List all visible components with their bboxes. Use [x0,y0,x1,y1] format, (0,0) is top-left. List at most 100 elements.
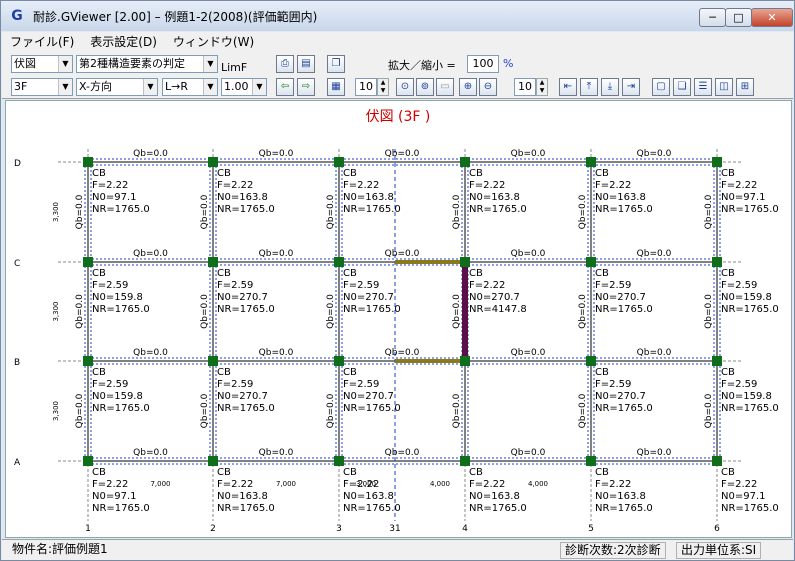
axis-label-x: 1 [85,524,91,534]
scale-select-value: 1.00 [224,80,249,93]
beam-highlight [395,260,465,264]
zoom-label: 拡大／縮小 = [388,59,456,72]
move-up-icon[interactable]: ⤒ [580,78,598,96]
column-type-label: CB [721,367,735,378]
axis-label-y: A [14,458,21,468]
column-force-label: Qb=0.0 [452,194,462,229]
palette-icon[interactable]: ▦ [327,78,345,96]
view-select[interactable]: 伏図 ▼ [11,55,73,73]
column-type-label: CB [217,367,231,378]
zoom-fit-icon[interactable]: ⊙ [396,78,414,96]
spin-updown-icon[interactable]: ▲ ▼ [377,78,389,96]
maximize-button[interactable]: □ [725,8,752,27]
zoom-input[interactable]: 100 [467,55,499,73]
beam-highlight [395,359,465,363]
column-node [208,456,218,466]
column-nr-value: NR=1765.0 [92,204,150,215]
direction-select[interactable]: X-方向 ▼ [76,78,158,96]
column-nr-value: NR=1765.0 [343,304,401,315]
column-nr-value: NR=1765.0 [721,403,779,414]
column-type-label: CB [92,168,106,179]
column-n0-value: N0=163.8 [595,491,646,502]
menu-window[interactable]: ウィンドウ(W) [165,33,262,50]
column-force-label: Qb=0.0 [704,194,714,229]
menu-display-settings[interactable]: 表示設定(D) [82,33,165,50]
step-input-2[interactable]: 10 [514,78,536,96]
chevron-down-icon: ▼ [203,56,217,72]
spin-updown-icon[interactable]: ▲ ▼ [536,78,548,96]
column-n0-value: N0=163.8 [595,192,646,203]
beam-force-label: Qb=0.0 [133,249,168,259]
column-f-value: F=2.59 [343,280,379,291]
column-node [712,257,722,267]
close-button[interactable]: ✕ [751,8,793,27]
shear-wall [462,262,468,361]
preview-icon[interactable]: ▤ [297,55,315,73]
beam-force-label: Qb=0.0 [637,249,672,259]
column-force-label: Qb=0.0 [326,393,336,428]
floor-plan-drawing: 伏図 (3F )DCBA1 2 3 31 4 5 67,000 7,000 4,000 4,000… [14,109,779,534]
layout-grid-icon[interactable]: ⊞ [736,78,754,96]
column-nr-value: NR=1765.0 [217,403,275,414]
zoom-out-icon[interactable]: ⊖ [479,78,497,96]
column-nr-value: NR=1765.0 [595,204,653,215]
move-left-icon[interactable]: ⇤ [559,78,577,96]
print-icon[interactable]: ⎙ [276,55,294,73]
column-node [208,356,218,366]
column-nr-value: NR=1765.0 [92,503,150,514]
beam-force-label: Qb=0.0 [385,448,420,458]
column-nr-value: NR=1765.0 [469,204,527,215]
move-right-icon[interactable]: ⇥ [622,78,640,96]
step-input-1[interactable]: 10 [355,78,377,96]
arrow-right-icon[interactable]: ⇨ [297,78,315,96]
order-select[interactable]: L→R ▼ [162,78,218,96]
column-n0-value: N0=270.7 [217,391,268,402]
plan-title: 伏図 (3F ) [366,109,431,125]
move-down-icon[interactable]: ⤓ [601,78,619,96]
title-bar[interactable]: G 耐診.GViewer [2.00] – 例題1-2(2008)(評価範囲内)… [1,1,794,31]
floor-select[interactable]: 3F ▼ [11,78,73,96]
column-node [208,257,218,267]
beam-force-label: Qb=0.0 [259,149,294,159]
column-force-label: Qb=0.0 [578,294,588,329]
column-type-label: CB [721,467,735,478]
column-type-label: CB [92,268,106,279]
axis-label-y: D [14,159,21,169]
layout-vertical-icon[interactable]: ◫ [715,78,733,96]
layout-single-icon[interactable]: ▢ [652,78,670,96]
judge-select[interactable]: 第2種構造要素の判定 ▼ [76,55,218,73]
axis-label-x: 4 [462,524,468,534]
layout-horizontal-icon[interactable]: ☰ [694,78,712,96]
menu-file[interactable]: ファイル(F) [2,33,82,50]
beam-force-label: Qb=0.0 [385,149,420,159]
image-icon[interactable]: ▭ [436,78,454,96]
column-n0-value: N0=97.1 [721,491,766,502]
column-n0-value: N0=270.7 [595,292,646,303]
column-node [586,157,596,167]
order-select-value: L→R [165,80,188,93]
beam-force-label: Qb=0.0 [637,448,672,458]
minimize-button[interactable]: ─ [699,8,726,27]
span-dimension-x: 4,000 [430,480,450,488]
column-nr-value: NR=1765.0 [469,503,527,514]
column-n0-value: N0=163.8 [217,491,268,502]
zoom-region-icon[interactable]: ⊚ [416,78,434,96]
plan-canvas[interactable]: 伏図 (3F ) D C B A 1 2 3 31 4 5 6 7,000 7,000 4,000 4,000… [5,100,792,538]
scale-select[interactable]: 1.00 ▼ [221,78,267,96]
zoom-in-icon[interactable]: ⊕ [459,78,477,96]
column-type-label: CB [217,168,231,179]
layout-cascade-icon[interactable]: ❏ [673,78,691,96]
column-f-value: F=2.59 [217,280,253,291]
column-n0-value: N0=270.7 [343,391,394,402]
arrow-left-icon[interactable]: ⇦ [276,78,294,96]
column-type-label: CB [469,268,483,279]
copy-icon[interactable]: ❐ [327,55,345,73]
column-nr-value: NR=1765.0 [92,304,150,315]
column-node [712,456,722,466]
app-window: G 耐診.GViewer [2.00] – 例題1-2(2008)(評価範囲内)… [0,0,795,561]
column-n0-value: N0=163.8 [217,192,268,203]
beam-force-label: Qb=0.0 [259,249,294,259]
column-f-value: F=2.22 [343,180,379,191]
column-f-value: F=2.59 [721,379,757,390]
chevron-down-icon: ▼ [58,79,72,95]
